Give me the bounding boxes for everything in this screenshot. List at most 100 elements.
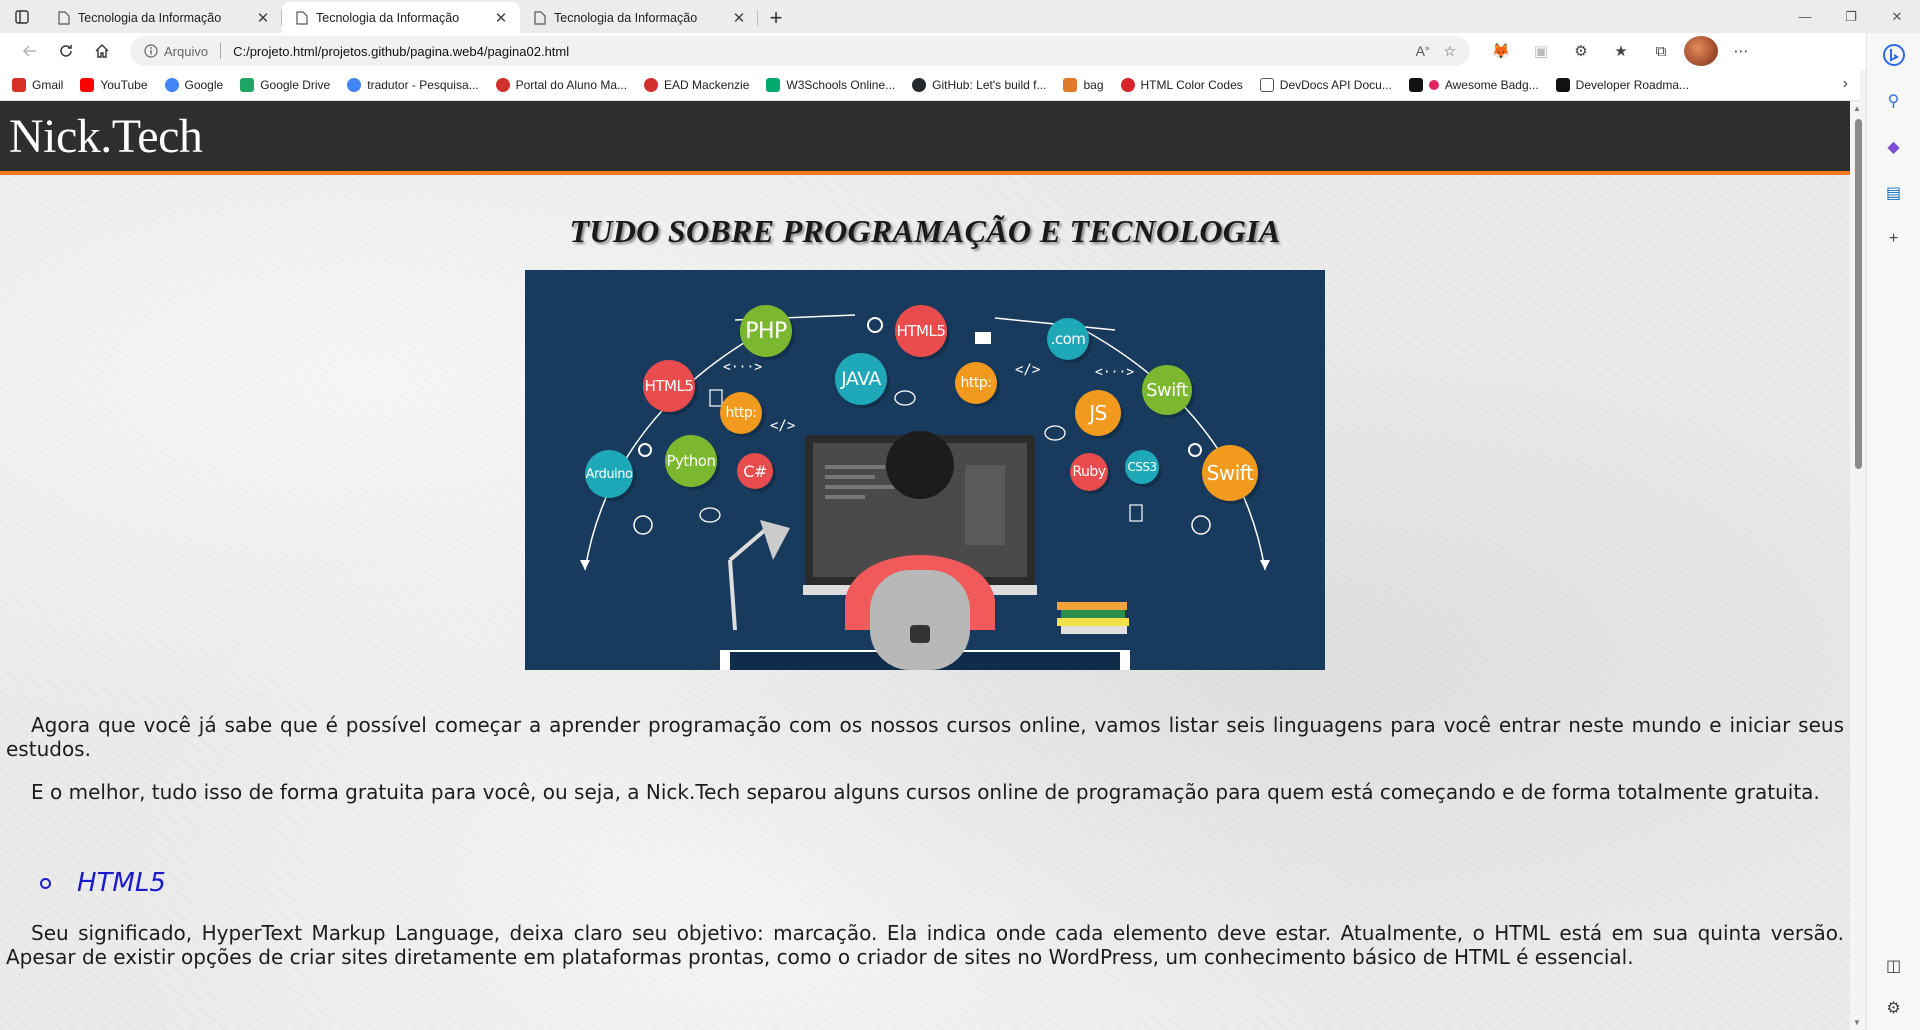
minimize-icon[interactable]: — [1782, 0, 1828, 33]
bookmark-label: DevDocs API Docu... [1279, 77, 1392, 92]
scroll-up-icon[interactable]: ▲ [1853, 104, 1861, 113]
bookmark-label: tradutor - Pesquisa... [367, 77, 479, 92]
scroll-thumb[interactable] [1855, 119, 1862, 469]
tab-title: Tecnologia da Informação [316, 10, 460, 25]
tab-strip: Tecnologia da Informação ✕ Tecnologia da… [0, 0, 1920, 33]
scroll-down-icon[interactable]: ▼ [1853, 1018, 1861, 1027]
favorite-add-icon[interactable]: ☆ [1443, 43, 1456, 60]
arduino-bubble: Arduino [585, 450, 633, 498]
collections-icon[interactable]: ⧉ [1644, 36, 1678, 66]
html5-top-bubble: HTML5 [895, 305, 947, 357]
page-icon [296, 10, 308, 25]
bookmark-label: Gmail [32, 77, 64, 92]
home-icon [95, 44, 109, 58]
address-actions: A» ☆ [1416, 43, 1456, 60]
site-info[interactable]: Arquivo [144, 44, 208, 59]
bookmark-devdocs[interactable]: DevDocs API Docu... [1259, 77, 1392, 92]
close-icon[interactable]: ✕ [730, 9, 748, 27]
sidebar-bottom: ◫ ⚙ [1878, 950, 1910, 1024]
java-bubble: JAVA [835, 353, 887, 405]
bookmark-developer-roadmap[interactable]: Developer Roadma... [1555, 77, 1689, 92]
bookmark-bag[interactable]: bag [1063, 77, 1104, 92]
page-icon [58, 10, 70, 25]
bookmark-ead-mackenzie[interactable]: EAD Mackenzie [644, 77, 749, 92]
url-text[interactable]: C:/projeto.html/projetos.github/pagina.w… [233, 44, 1416, 59]
google-drive-icon [240, 77, 255, 92]
code-tag-c: </> [1015, 362, 1041, 378]
home-button[interactable] [84, 36, 120, 66]
bookmark-tradutor[interactable]: tradutor - Pesquisa... [347, 77, 479, 92]
google-icon [164, 77, 179, 92]
favorites-icon[interactable]: ★ [1604, 36, 1638, 66]
read-aloud-icon[interactable]: A» [1416, 43, 1430, 60]
ruby-bubble: Ruby [1070, 453, 1108, 491]
site-logo[interactable]: Nick.Tech [9, 109, 203, 164]
page-title: TUDO SOBRE PROGRAMAÇÃO E TECNOLOGIA [569, 213, 1281, 249]
bing-logo [1882, 44, 1905, 66]
refresh-button[interactable] [48, 36, 84, 66]
tab-actions-button[interactable] [0, 0, 44, 33]
window-controls: — ❐ ✕ [1782, 0, 1920, 33]
outlook-icon[interactable]: ▤ [1878, 177, 1910, 209]
tab-title: Tecnologia da Informação [78, 10, 222, 25]
back-button[interactable] [12, 36, 48, 66]
mackenzie-icon [644, 77, 659, 92]
bookmarks-bar: Gmail YouTube Google Google Drive tradut… [0, 69, 1860, 101]
new-tab-button[interactable]: + [758, 2, 794, 33]
metamask-extension-icon[interactable]: 🦊 [1484, 36, 1518, 66]
bookmark-label: bag [1083, 77, 1104, 92]
tab-1[interactable]: Tecnologia da Informação ✕ [44, 2, 282, 33]
http-mid-bubble: http: [955, 362, 997, 404]
close-window-icon[interactable]: ✕ [1874, 0, 1920, 33]
settings-gear-icon[interactable]: ⚙ [1878, 992, 1910, 1024]
add-app-icon[interactable]: + [1878, 223, 1910, 255]
address-bar[interactable]: Arquivo C:/projeto.html/projetos.github/… [130, 36, 1470, 66]
page-content: TUDO SOBRE PROGRAMAÇÃO E TECNOLOGIA PHP … [0, 213, 1850, 969]
free-courses-paragraph: E o melhor, tudo isso de forma gratuita … [31, 780, 1820, 804]
bookmark-youtube[interactable]: YouTube [80, 77, 148, 92]
html-color-codes-icon [1120, 77, 1135, 92]
bookmark-google-drive[interactable]: Google Drive [240, 77, 330, 92]
bookmark-label: Google [184, 77, 224, 92]
bookmark-awesome-badges[interactable]: Awesome Badg... [1408, 77, 1539, 92]
js-bubble: JS [1075, 390, 1121, 436]
gmail-icon [12, 77, 26, 92]
info-icon [144, 44, 158, 58]
bookmark-label: YouTube [100, 77, 148, 92]
tab-3[interactable]: Tecnologia da Informação ✕ [520, 2, 758, 33]
bookmark-google[interactable]: Google [164, 77, 224, 92]
page-scrollbar[interactable]: ▲ ▼ [1850, 101, 1866, 1030]
scheme-label: Arquivo [164, 43, 209, 59]
http-left-bubble: http: [720, 392, 762, 434]
edge-sidebar: ⚲ ◆ ▤ + ◫ ⚙ [1866, 33, 1920, 1030]
search-icon[interactable]: ⚲ [1878, 85, 1910, 117]
close-icon[interactable]: ✕ [492, 9, 510, 27]
language-name-html5[interactable]: HTML5 [77, 868, 166, 898]
reader-extension-icon[interactable]: ▣ [1524, 36, 1558, 66]
bookmark-w3schools[interactable]: W3Schools Online... [766, 77, 895, 92]
bookmark-gmail[interactable]: Gmail [12, 77, 64, 92]
bookmark-label: Awesome Badg... [1444, 77, 1539, 92]
browser-toolbar: Arquivo C:/projeto.html/projetos.github/… [0, 33, 1920, 69]
tab-2[interactable]: Tecnologia da Informação ✕ [282, 2, 520, 33]
hero-image: PHP HTML5 .com HTML5 JAVA http: Swift ht… [525, 270, 1325, 670]
extensions-icon[interactable]: ⚙ [1564, 36, 1598, 66]
circle-bullet-icon [40, 877, 51, 889]
profile-button[interactable] [1684, 36, 1718, 66]
bookmark-portal-aluno[interactable]: Portal do Aluno Ma... [495, 77, 628, 92]
bing-copilot-icon[interactable] [1878, 39, 1910, 71]
shopping-icon[interactable]: ◆ [1878, 131, 1910, 163]
chevron-right-icon[interactable]: › [1843, 75, 1848, 93]
tab-title: Tecnologia da Informação [554, 10, 698, 25]
code-tag-a: <···> [723, 360, 763, 375]
w3schools-icon [766, 77, 781, 92]
close-icon[interactable]: ✕ [254, 9, 272, 27]
more-menu-icon[interactable]: ⋯ [1724, 36, 1758, 66]
site-header: Nick.Tech [0, 101, 1850, 175]
split-screen-icon[interactable]: ◫ [1878, 950, 1910, 982]
bookmark-github[interactable]: GitHub: Let's build f... [912, 77, 1046, 92]
restore-icon[interactable]: ❐ [1828, 0, 1874, 33]
bookmark-html-color-codes[interactable]: HTML Color Codes [1120, 77, 1243, 92]
extensions-row: 🦊 ▣ ⚙ ★ ⧉ ⋯ [1484, 36, 1758, 66]
bookmark-label: Portal do Aluno Ma... [515, 77, 628, 92]
